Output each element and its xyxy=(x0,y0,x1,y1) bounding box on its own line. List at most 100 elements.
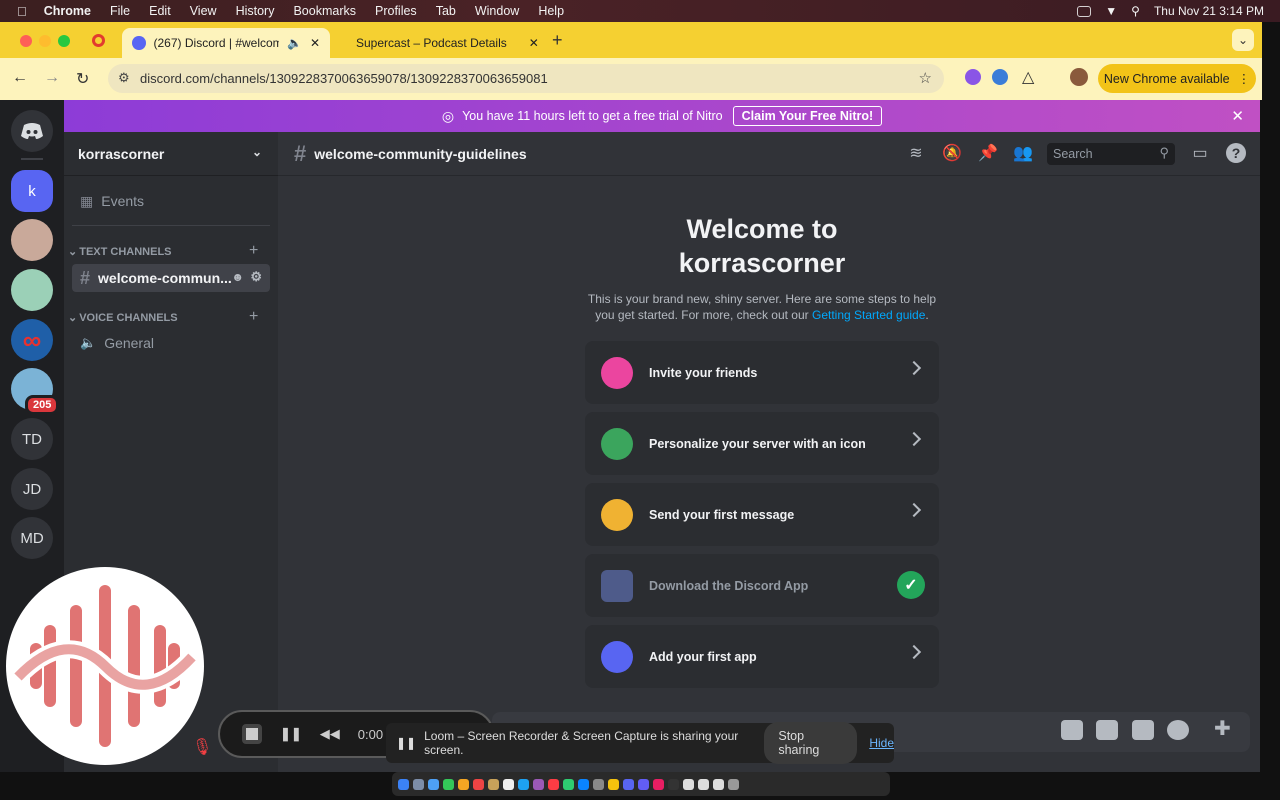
search-input[interactable]: Search ⚲ xyxy=(1047,143,1175,165)
claim-nitro-button[interactable]: Claim Your Free Nitro! xyxy=(732,106,883,126)
menu-view[interactable]: View xyxy=(190,4,217,18)
server-korrascorner[interactable]: k xyxy=(11,170,53,212)
menu-help[interactable]: Help xyxy=(538,4,564,18)
menu-app-name[interactable]: Chrome xyxy=(44,4,91,18)
extension-icon[interactable] xyxy=(965,69,981,85)
tab-search-icon[interactable]: ⌄ xyxy=(1232,29,1254,51)
finder-icon[interactable] xyxy=(398,778,409,790)
bookmark-star-icon[interactable]: ☆ xyxy=(919,69,932,87)
document-icon[interactable] xyxy=(698,778,709,790)
new-tab-icon[interactable]: + xyxy=(552,30,563,51)
server-icon[interactable]: ∞ xyxy=(11,319,53,361)
close-tab-icon[interactable]: ✕ xyxy=(529,36,539,50)
app-icon[interactable] xyxy=(518,778,529,790)
pause-icon[interactable]: ❚❚ xyxy=(280,726,302,742)
menu-edit[interactable]: Edit xyxy=(149,4,171,18)
getting-started-link[interactable]: Getting Started guide xyxy=(812,308,925,322)
terminal-icon[interactable] xyxy=(668,778,679,790)
menu-window[interactable]: Window xyxy=(475,4,519,18)
menu-bookmarks[interactable]: Bookmarks xyxy=(293,4,356,18)
address-bar[interactable]: ⚙ discord.com/channels/13092283700636590… xyxy=(108,64,944,93)
safari-icon[interactable] xyxy=(428,778,439,790)
zoom-window-button[interactable] xyxy=(58,35,70,47)
menu-tab[interactable]: Tab xyxy=(436,4,456,18)
hide-button[interactable]: Hide xyxy=(869,736,894,750)
reload-icon[interactable]: ↻ xyxy=(76,69,89,89)
document-icon[interactable] xyxy=(683,778,694,790)
photos-icon[interactable] xyxy=(458,778,469,790)
reminders-icon[interactable] xyxy=(503,778,514,790)
minimize-window-button[interactable] xyxy=(39,35,51,47)
back-icon[interactable]: ← xyxy=(12,69,28,87)
forward-icon[interactable]: → xyxy=(44,69,60,87)
card-download-app[interactable]: Download the Discord App ✓ xyxy=(585,554,939,617)
close-banner-icon[interactable]: ✕ xyxy=(1231,107,1244,125)
site-info-icon[interactable]: ⚙ xyxy=(118,70,130,86)
loom-icon[interactable] xyxy=(638,778,649,790)
puzzle-icon[interactable]: △ xyxy=(1022,67,1034,87)
channel-general-voice[interactable]: 🔈 General xyxy=(72,329,270,357)
events-item[interactable]: ▦ Events xyxy=(72,187,270,215)
server-icon[interactable] xyxy=(11,219,53,261)
app-icon[interactable] xyxy=(653,778,664,790)
messages-icon[interactable] xyxy=(443,778,454,790)
card-add-app[interactable]: Add your first app xyxy=(585,625,939,688)
sticker-icon[interactable] xyxy=(1132,720,1154,740)
extension-icon[interactable] xyxy=(992,69,1008,85)
stop-sharing-button[interactable]: Stop sharing xyxy=(764,722,858,764)
rewind-icon[interactable]: ◀◀ xyxy=(320,726,340,742)
tab-supercast[interactable]: Supercast – Podcast Details ✕ xyxy=(334,28,544,58)
menu-profiles[interactable]: Profiles xyxy=(375,4,417,18)
loom-camera-bubble[interactable] xyxy=(6,567,204,765)
card-first-message[interactable]: Send your first message xyxy=(585,483,939,546)
search-icon[interactable]: ⚲ xyxy=(1131,4,1140,18)
close-tab-icon[interactable]: ✕ xyxy=(310,36,320,50)
server-header[interactable]: korrascorner ⌄ xyxy=(64,132,278,176)
members-icon[interactable]: 👥 xyxy=(1013,143,1033,163)
notification-mute-icon[interactable]: 🔕 xyxy=(942,143,962,163)
calendar-icon[interactable] xyxy=(473,778,484,790)
server-jd[interactable]: JD xyxy=(11,468,53,510)
gift-icon[interactable] xyxy=(1061,720,1083,740)
stop-recording-button[interactable] xyxy=(242,724,262,744)
more-icon[interactable]: ⋮ xyxy=(1238,71,1251,86)
card-invite-friends[interactable]: Invite your friends xyxy=(585,341,939,404)
apps-icon[interactable]: ✚ xyxy=(1214,716,1240,742)
settings-icon[interactable] xyxy=(593,778,604,790)
tab-discord[interactable]: (267) Discord | #welcome 🔈 ✕ xyxy=(122,28,330,58)
help-icon[interactable]: ? xyxy=(1226,143,1246,163)
add-channel-icon[interactable]: + xyxy=(249,308,258,326)
wifi-icon[interactable]: ▼ xyxy=(1105,4,1117,18)
menu-history[interactable]: History xyxy=(236,4,275,18)
music-icon[interactable] xyxy=(548,778,559,790)
server-md[interactable]: MD xyxy=(11,517,53,559)
new-chrome-button[interactable]: New Chrome available ⋮ xyxy=(1098,64,1256,93)
menu-file[interactable]: File xyxy=(110,4,130,18)
notes-icon[interactable] xyxy=(488,778,499,790)
avatar[interactable] xyxy=(1070,68,1088,86)
card-personalize[interactable]: Personalize your server with an icon xyxy=(585,412,939,475)
server-td[interactable]: TD xyxy=(11,418,53,460)
launchpad-icon[interactable] xyxy=(413,778,424,790)
server-icon[interactable] xyxy=(11,269,53,311)
emoji-icon[interactable] xyxy=(1167,720,1189,740)
gif-icon[interactable] xyxy=(1096,720,1118,740)
close-window-button[interactable] xyxy=(20,35,32,47)
pin-icon[interactable]: 📌 xyxy=(978,143,998,163)
clock[interactable]: Thu Nov 21 3:14 PM xyxy=(1154,4,1264,18)
threads-icon[interactable]: ≋ xyxy=(906,143,926,163)
add-channel-icon[interactable]: + xyxy=(249,242,258,260)
battery-icon[interactable] xyxy=(1077,5,1092,17)
channel-welcome[interactable]: # welcome-commun... ☻ ⚙ xyxy=(72,264,270,292)
category-text-channels[interactable]: ⌄ TEXT CHANNELS xyxy=(68,245,172,258)
gear-icon[interactable]: ⚙ xyxy=(250,269,262,285)
trash-icon[interactable] xyxy=(728,778,739,790)
document-icon[interactable] xyxy=(713,778,724,790)
numbers-icon[interactable] xyxy=(563,778,574,790)
app-store-icon[interactable] xyxy=(578,778,589,790)
podcasts-icon[interactable] xyxy=(533,778,544,790)
invite-icon[interactable]: ☻ xyxy=(231,270,244,284)
inbox-icon[interactable]: ▭ xyxy=(1190,143,1210,163)
apple-icon[interactable]:  xyxy=(17,4,27,19)
speaker-icon[interactable]: 🔈 xyxy=(287,36,302,50)
